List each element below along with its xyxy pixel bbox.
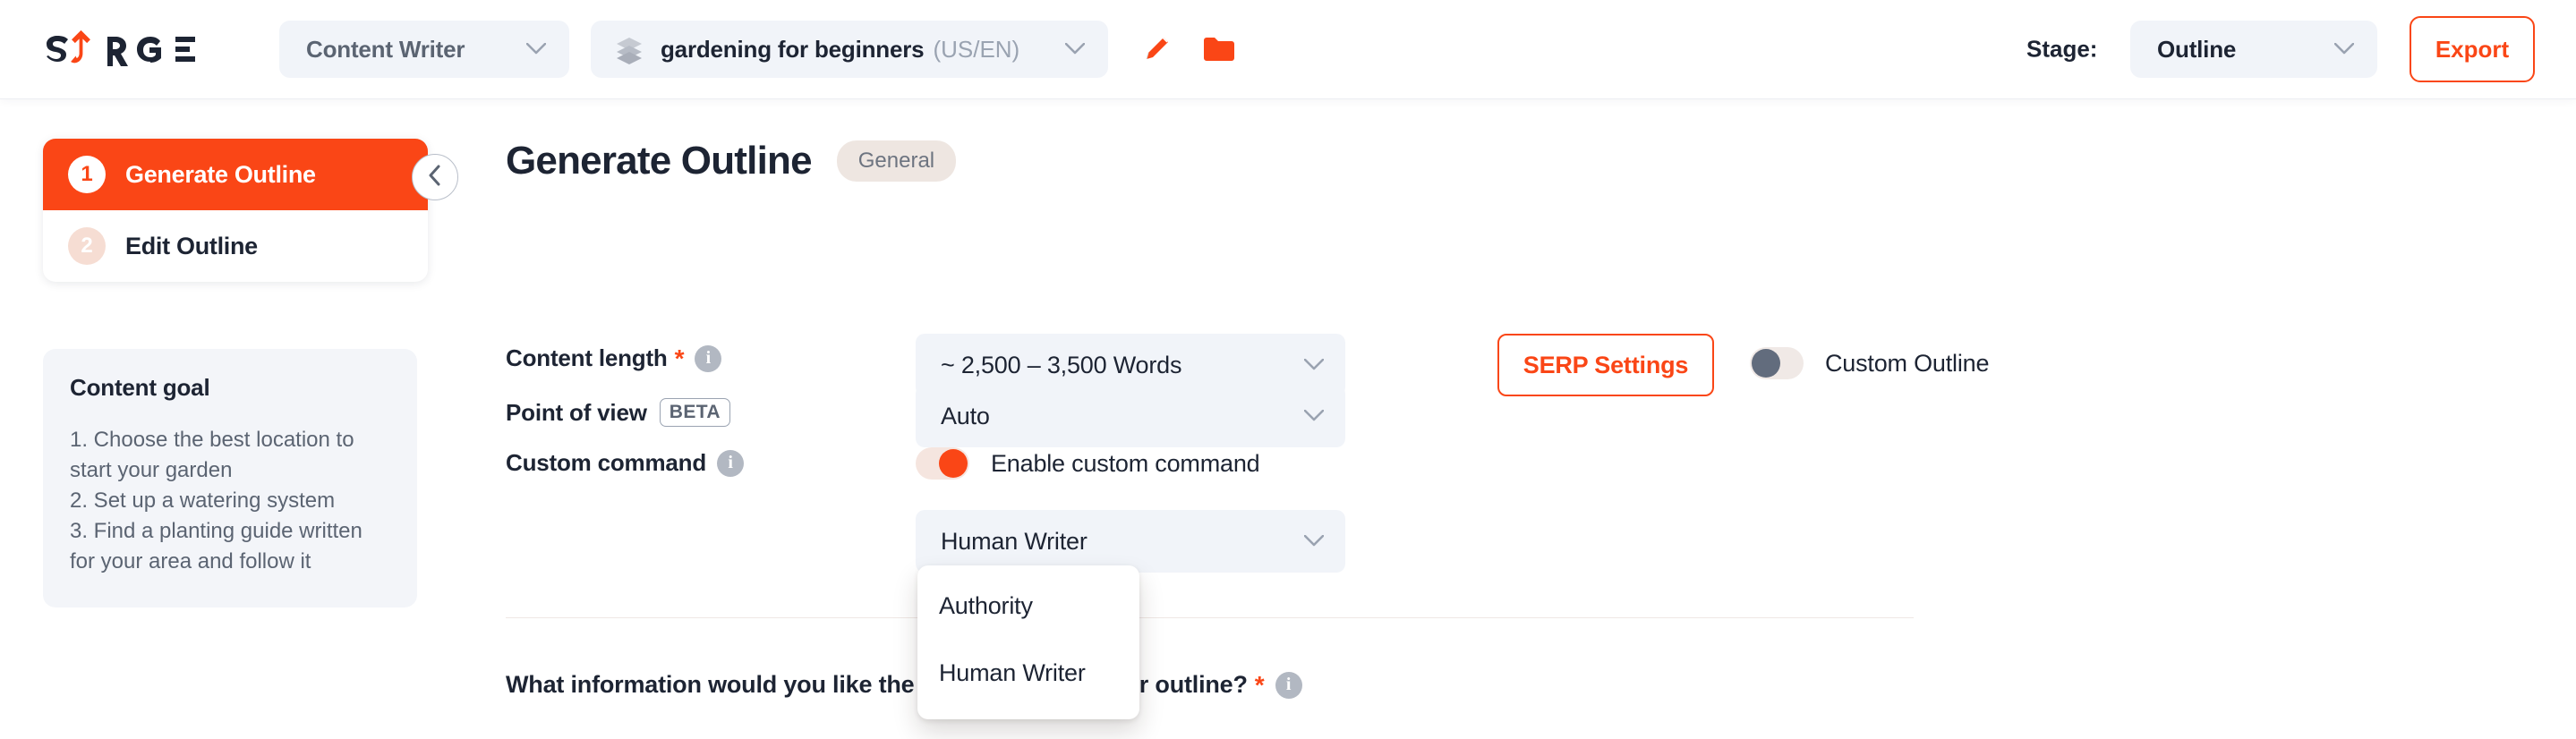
chevron-down-icon	[1040, 43, 1085, 55]
top-navigation-bar: Content Writer gardening for beginners (…	[0, 0, 2576, 98]
content-goal-body: 1. Choose the best location to start you…	[70, 428, 363, 574]
section-divider	[506, 617, 1914, 618]
custom-outline-toggle-wrap[interactable]: Custom Outline	[1750, 347, 1989, 379]
content-goal-title: Content goal	[70, 374, 210, 401]
info-icon[interactable]: i	[695, 344, 722, 372]
info-icon[interactable]: i	[1275, 671, 1302, 699]
custom-command-label-text: Custom command	[506, 449, 707, 476]
info-icon[interactable]: i	[717, 449, 745, 477]
page-title: Generate Outline	[506, 139, 813, 183]
export-button[interactable]: Export	[2410, 16, 2535, 82]
content-length-value: ~ 2,500 – 3,500 Words	[941, 351, 1182, 378]
chevron-down-icon	[1304, 359, 1324, 371]
step-number: 2	[68, 227, 106, 265]
stage-selector-value: Outline	[2157, 35, 2237, 63]
chevron-down-icon	[2309, 43, 2354, 55]
custom-outline-toggle[interactable]	[1750, 347, 1804, 379]
step-label: Generate Outline	[125, 160, 316, 188]
chevron-down-icon	[501, 43, 546, 55]
surge-logo[interactable]	[43, 30, 222, 69]
enable-custom-command-toggle[interactable]	[916, 447, 969, 480]
point-of-view-label: Point of view BETA	[506, 398, 730, 427]
custom-command-value: Human Writer	[941, 527, 1088, 555]
document-name: gardening for beginners	[661, 35, 925, 63]
required-asterisk: *	[674, 344, 685, 372]
document-selector[interactable]: gardening for beginners (US/EN)	[591, 21, 1108, 78]
enable-custom-command-label: Enable custom command	[991, 449, 1260, 477]
custom-command-dropdown-menu: Authority Human Writer	[917, 565, 1139, 719]
content-goal-card: Content goal 1. Choose the best location…	[43, 349, 417, 608]
custom-command-select[interactable]: Human Writer	[916, 510, 1345, 573]
workflow-steps-card: 1 Generate Outline 2 Edit Outline	[43, 139, 428, 282]
folder-icon[interactable]	[1198, 28, 1241, 71]
step-number: 1	[68, 156, 106, 193]
beta-tag: BETA	[659, 398, 730, 427]
document-locale: (US/EN)	[933, 35, 1020, 63]
sidebar-step-edit-outline[interactable]: 2 Edit Outline	[43, 210, 428, 282]
step-label: Edit Outline	[125, 232, 258, 259]
chevron-down-icon	[1304, 410, 1324, 422]
content-length-label: Content length * i	[506, 344, 722, 372]
chevron-down-icon	[1304, 535, 1324, 548]
chevron-left-icon	[427, 165, 443, 191]
content-length-label-text: Content length	[506, 344, 668, 371]
point-of-view-label-text: Point of view	[506, 398, 647, 426]
point-of-view-select[interactable]: Auto	[916, 385, 1345, 447]
page-header: Generate Outline General	[506, 139, 957, 183]
sidebar-collapse-button[interactable]	[412, 154, 458, 200]
point-of-view-value: Auto	[941, 402, 990, 429]
main-content: Generate Outline General Content length …	[506, 98, 2576, 739]
required-asterisk: *	[1254, 670, 1265, 699]
toggle-knob	[939, 449, 968, 478]
custom-outline-label: Custom Outline	[1825, 349, 1990, 377]
page-badge: General	[836, 140, 957, 182]
pencil-icon[interactable]	[1135, 28, 1178, 71]
outline-question-label: What information would you like the AI t…	[506, 671, 1302, 699]
mode-selector[interactable]: Content Writer	[279, 21, 569, 78]
sidebar-step-generate-outline[interactable]: 1 Generate Outline	[43, 139, 428, 210]
app-root: Content Writer gardening for beginners (…	[0, 0, 2576, 739]
mode-selector-label: Content Writer	[306, 35, 465, 63]
layers-stack-icon	[614, 34, 644, 64]
serp-settings-button[interactable]: SERP Settings	[1497, 334, 1714, 396]
stage-selector[interactable]: Outline	[2130, 21, 2377, 78]
enable-custom-command-toggle-wrap[interactable]: Enable custom command	[916, 447, 1260, 480]
stage-label: Stage:	[2026, 35, 2098, 63]
custom-command-label: Custom command i	[506, 449, 745, 477]
menu-item-authority[interactable]: Authority	[917, 573, 1139, 640]
menu-item-human-writer[interactable]: Human Writer	[917, 640, 1139, 707]
toggle-knob	[1752, 349, 1780, 378]
